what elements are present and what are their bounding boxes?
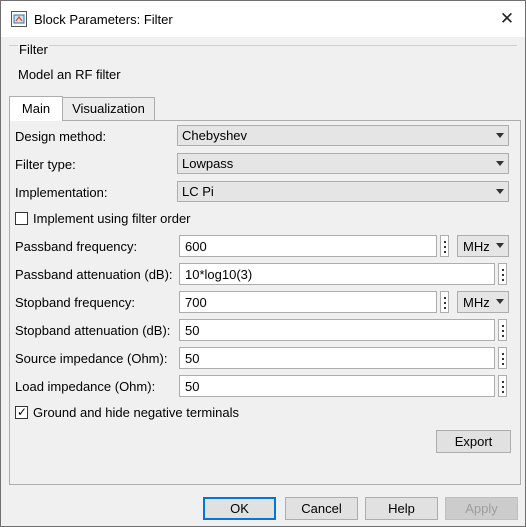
passband-frequency-unit-select[interactable]: MHz: [457, 235, 509, 257]
more-options-icon[interactable]: [498, 263, 507, 285]
export-button[interactable]: Export: [436, 430, 511, 453]
chevron-down-icon: [496, 189, 504, 194]
simulink-block-icon: [11, 11, 27, 27]
tab-visualization[interactable]: Visualization: [62, 97, 155, 120]
implementation-label: Implementation:: [15, 185, 108, 200]
implementation-value: LC Pi: [182, 184, 214, 199]
passband-attenuation-value: 10*log10(3): [185, 267, 253, 282]
help-button[interactable]: Help: [365, 497, 438, 520]
more-options-icon[interactable]: [440, 235, 449, 257]
filter-order-checkbox[interactable]: [15, 212, 28, 225]
passband-frequency-value: 600: [185, 239, 207, 254]
implementation-select[interactable]: LC Pi: [177, 181, 509, 202]
chevron-down-icon: [496, 161, 504, 166]
passband-attenuation-field[interactable]: 10*log10(3): [179, 263, 495, 285]
chevron-down-icon: [496, 133, 504, 138]
passband-attenuation-label: Passband attenuation (dB):: [15, 267, 173, 282]
cancel-button[interactable]: Cancel: [285, 497, 358, 520]
window-title: Block Parameters: Filter: [34, 12, 173, 27]
more-options-icon[interactable]: [498, 347, 507, 369]
load-impedance-value: 50: [185, 379, 200, 394]
title-bar: Block Parameters: Filter ✕: [1, 1, 525, 37]
group-description: Model an RF filter: [18, 67, 121, 82]
stopband-attenuation-label: Stopband attenuation (dB):: [15, 323, 171, 338]
source-impedance-value: 50: [185, 351, 200, 366]
block-parameters-dialog: Block Parameters: Filter ✕ Filter Model …: [0, 0, 526, 527]
filter-type-label: Filter type:: [15, 157, 76, 172]
group-title: Filter: [18, 42, 49, 57]
close-icon[interactable]: ✕: [493, 5, 521, 33]
ground-hide-checkbox[interactable]: ✓: [15, 406, 28, 419]
source-impedance-field[interactable]: 50: [179, 347, 495, 369]
filter-group: Filter Model an RF filter: [9, 42, 517, 92]
load-impedance-label: Load impedance (Ohm):: [15, 379, 156, 394]
ground-hide-label: Ground and hide negative terminals: [33, 405, 239, 420]
stopband-frequency-label: Stopband frequency:: [15, 295, 135, 310]
more-options-icon[interactable]: [498, 319, 507, 341]
stopband-frequency-field[interactable]: 700: [179, 291, 437, 313]
design-method-select[interactable]: Chebyshev: [177, 125, 509, 146]
source-impedance-label: Source impedance (Ohm):: [15, 351, 168, 366]
passband-frequency-field[interactable]: 600: [179, 235, 437, 257]
chevron-down-icon: [496, 299, 504, 304]
stopband-attenuation-value: 50: [185, 323, 200, 338]
passband-frequency-label: Passband frequency:: [15, 239, 138, 254]
load-impedance-field[interactable]: 50: [179, 375, 495, 397]
design-method-label: Design method:: [15, 129, 107, 144]
filter-order-label: Implement using filter order: [33, 211, 191, 226]
stopband-frequency-unit: MHz: [463, 295, 490, 310]
filter-type-select[interactable]: Lowpass: [177, 153, 509, 174]
chevron-down-icon: [496, 243, 504, 248]
more-options-icon[interactable]: [440, 291, 449, 313]
stopband-attenuation-field[interactable]: 50: [179, 319, 495, 341]
more-options-icon[interactable]: [498, 375, 507, 397]
tab-main[interactable]: Main: [9, 96, 63, 121]
apply-button[interactable]: Apply: [445, 497, 518, 520]
checkmark-icon: ✓: [17, 405, 28, 419]
ok-button[interactable]: OK: [203, 497, 276, 520]
filter-type-value: Lowpass: [182, 156, 234, 171]
passband-frequency-unit: MHz: [463, 239, 490, 254]
stopband-frequency-value: 700: [185, 295, 207, 310]
stopband-frequency-unit-select[interactable]: MHz: [457, 291, 509, 313]
design-method-value: Chebyshev: [182, 128, 248, 143]
